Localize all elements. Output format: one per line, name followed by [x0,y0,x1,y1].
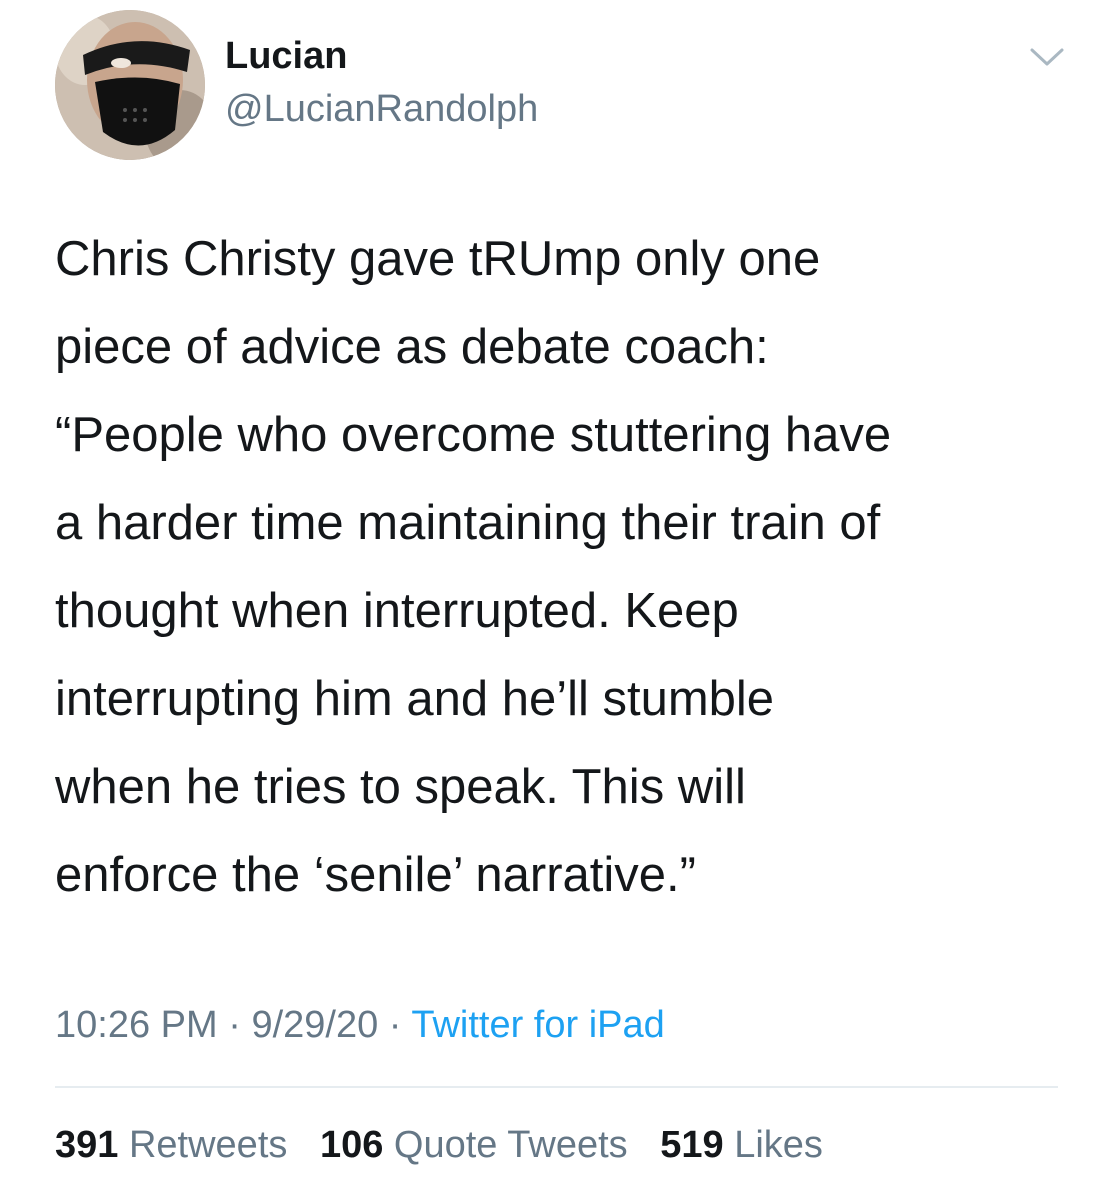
quote-tweets-label: Quote Tweets [393,1124,628,1166]
tweet-date[interactable]: 9/29/20 [251,1004,378,1046]
tweet-time[interactable]: 10:26 PM [55,1004,218,1046]
tweet-source-link[interactable]: Twitter for iPad [411,1004,664,1046]
likes-count: 519 [660,1124,724,1166]
tweet-meta: 10:26 PM · 9/29/20 · Twitter for iPad [55,1000,665,1050]
tweet-card: Lucian @LucianRandolph Chris Christy gav… [0,0,1112,1200]
tweet-text: Chris Christy gave tRUmp only one piece … [55,215,1075,919]
quote-tweets-count: 106 [319,1124,384,1166]
divider [55,1086,1058,1088]
retweets-label: Retweets [128,1124,288,1166]
author-name[interactable]: Lucian [225,33,347,79]
avatar[interactable] [55,10,205,160]
retweets-stat[interactable]: 391 Retweets [55,1120,287,1170]
tweet-stats: 391 Retweets 106 Quote Tweets 519 Likes [55,1120,845,1170]
meta-separator: · [378,1004,412,1046]
retweets-count: 391 [55,1124,119,1166]
likes-label: Likes [734,1124,823,1166]
chevron-down-icon[interactable] [1022,38,1072,74]
likes-stat[interactable]: 519 Likes [660,1120,823,1170]
meta-separator: · [217,1004,252,1046]
tweet-paragraph: Chris Christy gave tRUmp only one piece … [55,232,821,374]
author-handle[interactable]: @LucianRandolph [225,86,538,132]
tweet-paragraph: “People who overcome stuttering have a h… [55,408,892,902]
quote-tweets-stat[interactable]: 106 Quote Tweets [320,1120,628,1170]
masked-person-avatar-icon [55,10,205,160]
